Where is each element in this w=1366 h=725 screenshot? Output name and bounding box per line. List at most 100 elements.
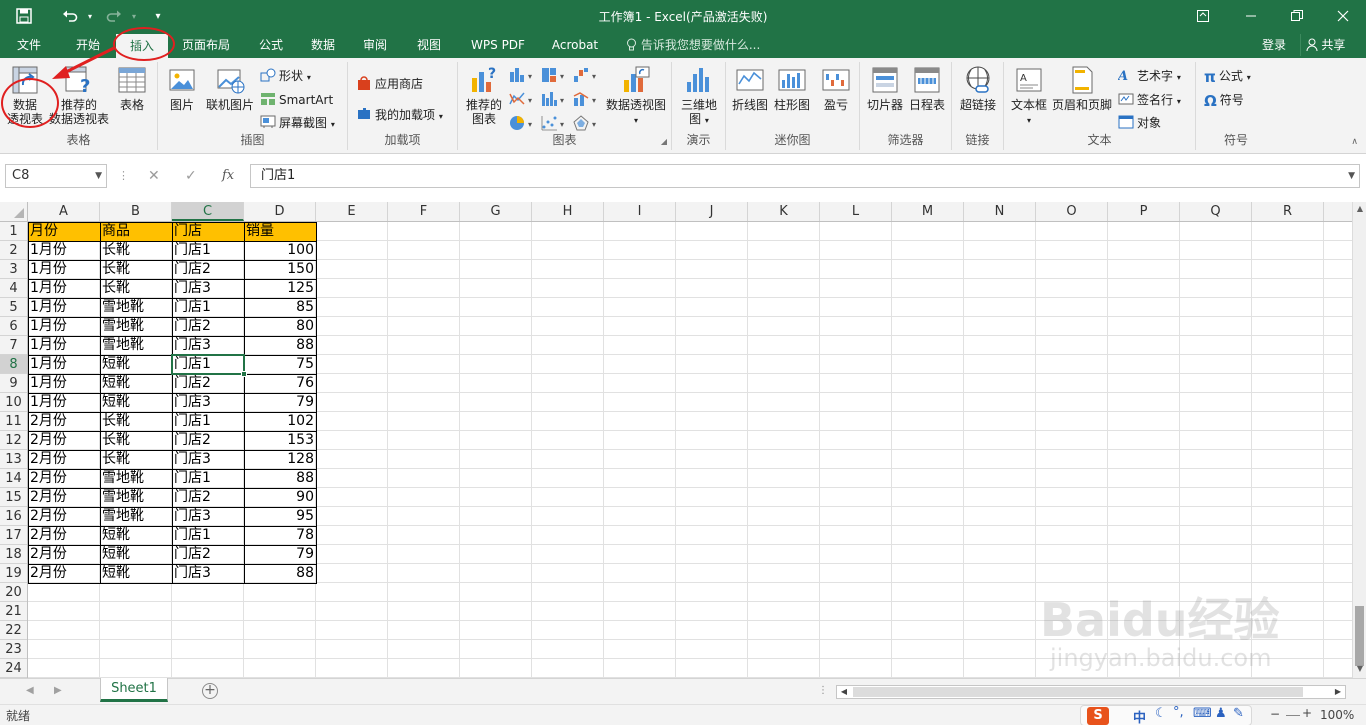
3d-map-button[interactable]: 三维地 图 ▾ (676, 64, 722, 128)
zoom-control[interactable]: − + 100% (1270, 706, 1360, 724)
login-link[interactable]: 登录 (1262, 32, 1286, 58)
ime-toolbar[interactable]: S 中 ☾ °, ⌨ ♟ ✎ (1080, 705, 1252, 725)
table-cell[interactable]: 78 (244, 526, 316, 545)
combo-chart-icon[interactable]: ▾ (572, 90, 600, 108)
scroll-left-icon[interactable]: ◀ (837, 686, 851, 698)
table-cell[interactable]: 79 (244, 545, 316, 564)
table-header-cell[interactable]: 销量 (244, 222, 316, 241)
table-cell[interactable]: 短靴 (100, 526, 172, 545)
table-cell[interactable]: 门店1 (172, 412, 244, 431)
select-all-corner[interactable] (0, 202, 28, 222)
table-cell[interactable]: 短靴 (100, 545, 172, 564)
punctuation-icon[interactable]: °, (1173, 705, 1184, 720)
hyperlink-button[interactable]: 超链接 (956, 64, 1000, 112)
row-header-4[interactable]: 4 (0, 279, 27, 298)
table-cell[interactable]: 100 (244, 241, 316, 260)
moon-icon[interactable]: ☾ (1155, 706, 1167, 721)
sparkline-line-button[interactable]: 折线图 (730, 64, 770, 112)
redo-dropdown-icon[interactable]: ▾ (124, 6, 144, 26)
cell-grid[interactable]: 月份 商品 门店 销量 1月份 长靴 门店1 100 1月份 长靴 门店2 150 1月份 长靴 门店3 12… (28, 222, 1352, 678)
column-header-c[interactable]: C (172, 202, 244, 221)
table-header-cell[interactable]: 商品 (100, 222, 172, 241)
table-cell[interactable]: 雪地靴 (100, 336, 172, 355)
table-cell[interactable]: 1月份 (28, 298, 100, 317)
collapse-ribbon-icon[interactable]: ∧ (1351, 137, 1358, 147)
equation-button[interactable]: π 公式 ▾ (1204, 68, 1251, 86)
table-cell[interactable]: 门店3 (172, 279, 244, 298)
row-header-14[interactable]: 14 (0, 469, 27, 488)
table-cell[interactable]: 门店1 (172, 241, 244, 260)
table-cell[interactable]: 88 (244, 469, 316, 488)
table-cell[interactable]: 门店1 (172, 298, 244, 317)
my-addins-button[interactable]: 我的加载项 ▾ (356, 107, 443, 125)
row-header-16[interactable]: 16 (0, 507, 27, 526)
table-cell[interactable]: 门店2 (172, 431, 244, 450)
undo-icon[interactable] (60, 6, 80, 26)
store-button[interactable]: 应用商店 (356, 76, 423, 94)
table-cell[interactable]: 95 (244, 507, 316, 526)
sparkline-winloss-button[interactable]: 盈亏 (816, 64, 856, 112)
column-chart-icon[interactable]: ▾ (508, 66, 536, 84)
tab-data[interactable]: 数据 (302, 32, 344, 58)
table-cell[interactable]: 长靴 (100, 412, 172, 431)
table-cell[interactable]: 门店2 (172, 374, 244, 393)
table-cell[interactable]: 短靴 (100, 393, 172, 412)
online-pictures-button[interactable]: 联机图片 (204, 64, 256, 112)
column-header-i[interactable]: I (604, 202, 676, 221)
pivotchart-button[interactable]: 数据透视图 ▾ (604, 64, 668, 128)
tell-me-box[interactable]: 告诉我您想要做什么... (626, 32, 760, 58)
column-header-r[interactable]: R (1252, 202, 1324, 221)
row-header-24[interactable]: 24 (0, 659, 27, 678)
table-cell[interactable]: 门店2 (172, 317, 244, 336)
redo-icon[interactable] (104, 6, 124, 26)
row-header-9[interactable]: 9 (0, 374, 27, 393)
table-cell[interactable]: 雪地靴 (100, 469, 172, 488)
customize-qat-icon[interactable]: ▾ (148, 6, 168, 26)
column-header-g[interactable]: G (460, 202, 532, 221)
table-cell[interactable]: 2月份 (28, 545, 100, 564)
tab-acrobat[interactable]: Acrobat (544, 32, 606, 58)
table-cell[interactable]: 1月份 (28, 336, 100, 355)
name-box[interactable]: C8 ▼ (5, 164, 107, 188)
table-cell[interactable]: 2月份 (28, 450, 100, 469)
ribbon-display-icon[interactable] (1180, 0, 1226, 32)
column-header-m[interactable]: M (892, 202, 964, 221)
column-header-a[interactable]: A (28, 202, 100, 221)
table-cell[interactable]: 76 (244, 374, 316, 393)
row-header-12[interactable]: 12 (0, 431, 27, 450)
tab-review[interactable]: 审阅 (354, 32, 396, 58)
new-sheet-icon[interactable]: + (202, 683, 218, 699)
share-button[interactable]: 共享 (1300, 34, 1350, 56)
column-header-k[interactable]: K (748, 202, 820, 221)
table-cell[interactable]: 102 (244, 412, 316, 431)
table-header-cell[interactable]: 月份 (28, 222, 100, 241)
row-header-11[interactable]: 11 (0, 412, 27, 431)
tab-file[interactable]: 文件 (8, 32, 50, 58)
tab-home[interactable]: 开始 (66, 32, 110, 58)
table-cell[interactable]: 80 (244, 317, 316, 336)
row-header-23[interactable]: 23 (0, 640, 27, 659)
row-header-3[interactable]: 3 (0, 260, 27, 279)
next-sheet-icon[interactable]: ▶ (54, 685, 62, 696)
row-header-20[interactable]: 20 (0, 583, 27, 602)
table-cell[interactable]: 门店1 (172, 355, 244, 374)
row-header-21[interactable]: 21 (0, 602, 27, 621)
table-cell[interactable]: 长靴 (100, 241, 172, 260)
pivottable-button[interactable]: 数据 透视表 (4, 64, 46, 126)
table-cell[interactable]: 1月份 (28, 374, 100, 393)
statistic-chart-icon[interactable]: ▾ (540, 90, 568, 108)
table-cell[interactable]: 长靴 (100, 279, 172, 298)
column-header-l[interactable]: L (820, 202, 892, 221)
name-box-dropdown-icon[interactable]: ▼ (95, 165, 102, 187)
sparkline-column-button[interactable]: 柱形图 (772, 64, 812, 112)
table-cell[interactable]: 2月份 (28, 526, 100, 545)
column-header-o[interactable]: O (1036, 202, 1108, 221)
cancel-icon[interactable]: ✕ (148, 168, 160, 184)
insert-function-icon[interactable]: fx (222, 168, 234, 183)
table-header-cell[interactable]: 门店 (172, 222, 244, 241)
zoom-level[interactable]: 100% (1320, 708, 1354, 722)
settings-icon[interactable]: ✎ (1233, 706, 1244, 721)
textbox-button[interactable]: A 文本框 ▾ (1006, 64, 1052, 128)
smartart-button[interactable]: SmartArt (260, 92, 333, 110)
column-header-p[interactable]: P (1108, 202, 1180, 221)
